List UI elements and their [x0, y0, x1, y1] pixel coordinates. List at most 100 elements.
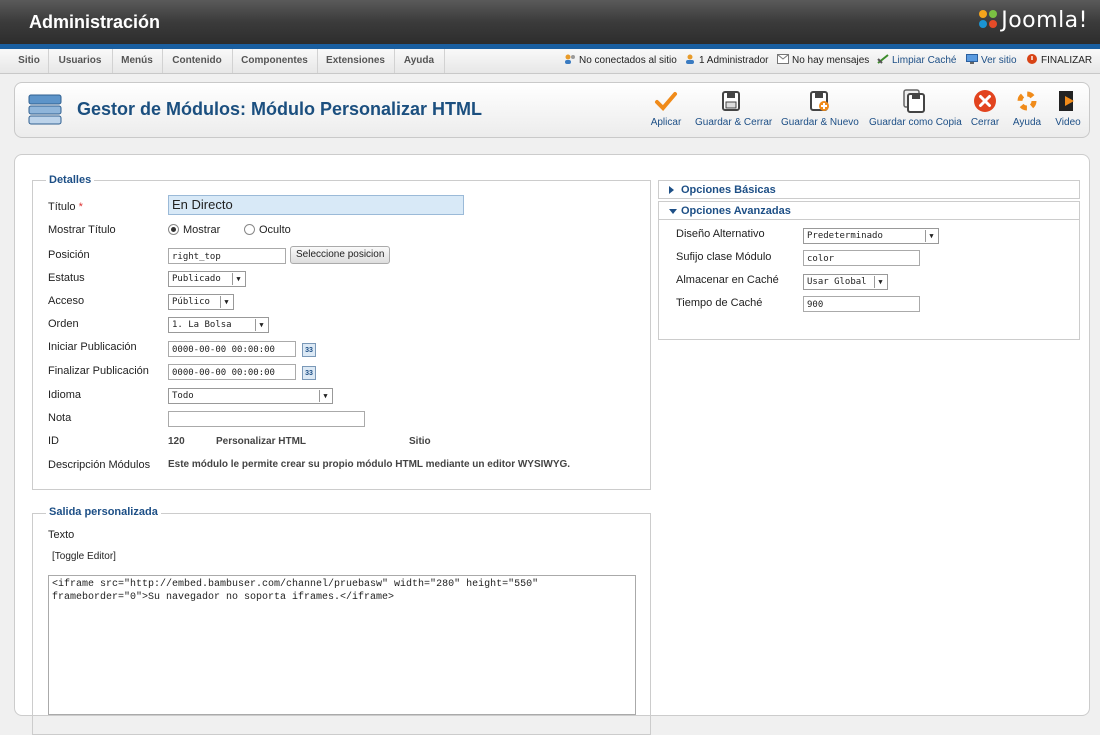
clear-cache-text: Limpiar Caché [892, 55, 957, 66]
status-messages[interactable]: No hay mensajes [777, 49, 869, 73]
class-suffix-input[interactable]: color [803, 250, 920, 266]
module-description: Este módulo le permite crear su propio m… [168, 459, 571, 470]
calendar-icon[interactable]: 33 [302, 343, 316, 357]
admin-menubar: Sitio Usuarios Menús Contenido Component… [0, 49, 1100, 74]
collapsed-arrow-icon [669, 186, 674, 194]
save-copy-icon [903, 89, 925, 113]
save-close-button[interactable]: Guardar & Cerrar [695, 89, 772, 133]
dropdown-arrow-icon: ▼ [925, 230, 937, 242]
position-label: Posición [48, 249, 90, 261]
show-title-radio-hide[interactable] [244, 224, 255, 235]
menu-contenido[interactable]: Contenido [162, 49, 233, 73]
module-edit-form: Detalles Título * En Directo Mostrar Tít… [14, 154, 1090, 735]
close-label: Cerrar [970, 117, 1000, 128]
help-icon [1017, 91, 1037, 111]
dropdown-arrow-icon: ▼ [319, 390, 331, 402]
show-title-option-hide: Oculto [259, 224, 291, 236]
menu-usuarios[interactable]: Usuarios [48, 49, 113, 73]
caching-label: Almacenar en Caché [676, 274, 779, 286]
status-select[interactable]: Publicado ▼ [168, 271, 246, 287]
order-label: Orden [48, 318, 79, 330]
show-title-radio-show[interactable] [168, 224, 179, 235]
position-input[interactable]: right_top [168, 248, 286, 264]
joomla-logo[interactable]: Joomla! [977, 8, 1088, 33]
order-select-value: 1. La Bolsa [172, 320, 232, 330]
logout-link[interactable]: FINALIZAR [1026, 49, 1092, 73]
save-icon [722, 91, 740, 111]
id-value: 120 [168, 436, 185, 447]
app-title: Administración [29, 12, 161, 32]
caching-select-value: Usar Global [807, 277, 867, 287]
checkmark-icon [655, 92, 677, 111]
module-type: Personalizar HTML [216, 436, 307, 447]
text-label: Texto [48, 529, 75, 541]
title-label: Título * [48, 201, 83, 213]
layout-label: Diseño Alternativo [676, 228, 765, 240]
menu-sitio[interactable]: Sitio [10, 49, 49, 73]
toggle-editor-link[interactable]: [Toggle Editor] [52, 551, 116, 562]
language-label: Idioma [48, 389, 82, 401]
toolbar-box: Gestor de Módulos: Módulo Personalizar H… [14, 82, 1090, 138]
class-suffix-label: Sufijo clase Módulo [676, 251, 772, 263]
save-copy-label: Guardar como Copia [869, 117, 962, 128]
caching-select[interactable]: Usar Global ▼ [803, 274, 888, 290]
language-select[interactable]: Todo ▼ [168, 388, 333, 404]
save-new-label: Guardar & Nuevo [781, 117, 859, 128]
module-manager-icon [28, 94, 62, 125]
title-input[interactable]: En Directo [168, 195, 464, 215]
description-label: Descripción Módulos [48, 459, 151, 471]
menu-componentes[interactable]: Componentes [232, 49, 318, 73]
close-icon [974, 90, 996, 112]
status-messages-text: No hay mensajes [792, 55, 870, 66]
layout-select[interactable]: Predeterminado ▼ [803, 228, 939, 244]
apply-label: Aplicar [650, 117, 682, 128]
save-new-button[interactable]: Guardar & Nuevo [781, 89, 859, 133]
admin-header: Administración Joomla! [0, 0, 1100, 44]
save-copy-button[interactable]: Guardar como Copia [869, 89, 962, 133]
dropdown-arrow-icon: ▼ [220, 296, 232, 308]
show-title-option-show: Mostrar [183, 224, 221, 236]
note-label: Nota [48, 412, 72, 424]
details-legend: Detalles [46, 174, 95, 186]
help-button[interactable]: Ayuda [1011, 89, 1043, 133]
status-label: Estatus [48, 272, 85, 284]
video-button[interactable]: Video [1053, 89, 1083, 133]
apply-button[interactable]: Aplicar [647, 89, 685, 133]
cache-time-label: Tiempo de Caché [676, 297, 763, 309]
power-icon [1027, 54, 1037, 64]
dropdown-arrow-icon: ▼ [255, 319, 267, 331]
basic-options-header[interactable]: Opciones Básicas [658, 180, 1080, 199]
dropdown-arrow-icon: ▼ [874, 276, 886, 288]
view-site-link[interactable]: Ver sitio [966, 49, 1017, 73]
publish-up-label: Iniciar Publicación [48, 341, 137, 353]
select-position-button[interactable]: Seleccione posicion [290, 246, 391, 264]
clear-cache-link[interactable]: Limpiar Caché [877, 49, 956, 73]
cache-time-input[interactable]: 900 [803, 296, 920, 312]
menu-ayuda[interactable]: Ayuda [394, 49, 445, 73]
status-not-connected-text: No conectados al sitio [579, 55, 677, 66]
order-select[interactable]: 1. La Bolsa ▼ [168, 317, 269, 333]
help-label: Ayuda [1012, 117, 1042, 128]
menu-menus[interactable]: Menús [112, 49, 163, 73]
page-title: Gestor de Módulos: Módulo Personalizar H… [77, 99, 483, 119]
menu-extensiones[interactable]: Extensiones [317, 49, 395, 73]
calendar-icon[interactable]: 33 [302, 366, 316, 380]
joomla-logo-text: Joomla! [1001, 8, 1088, 33]
publish-down-input[interactable]: 0000-00-00 00:00:00 [168, 364, 296, 380]
layout-select-value: Predeterminado [807, 231, 883, 241]
broom-icon [877, 54, 889, 64]
status-select-value: Publicado [172, 274, 221, 284]
access-label: Acceso [48, 295, 85, 307]
title-label-text: Título [48, 201, 76, 213]
envelope-icon [777, 54, 789, 64]
access-select[interactable]: Público ▼ [168, 294, 234, 310]
required-mark: * [78, 201, 83, 213]
publish-up-input[interactable]: 0000-00-00 00:00:00 [168, 341, 296, 357]
custom-html-editor[interactable]: <iframe src="http://embed.bambuser.com/c… [48, 575, 636, 715]
note-input[interactable] [168, 411, 365, 427]
publish-down-label: Finalizar Publicación [48, 365, 149, 377]
id-label: ID [48, 435, 59, 447]
video-icon [1059, 91, 1074, 111]
advanced-options-header[interactable]: Opciones Avanzadas [658, 201, 1080, 220]
close-button[interactable]: Cerrar [969, 89, 1001, 133]
